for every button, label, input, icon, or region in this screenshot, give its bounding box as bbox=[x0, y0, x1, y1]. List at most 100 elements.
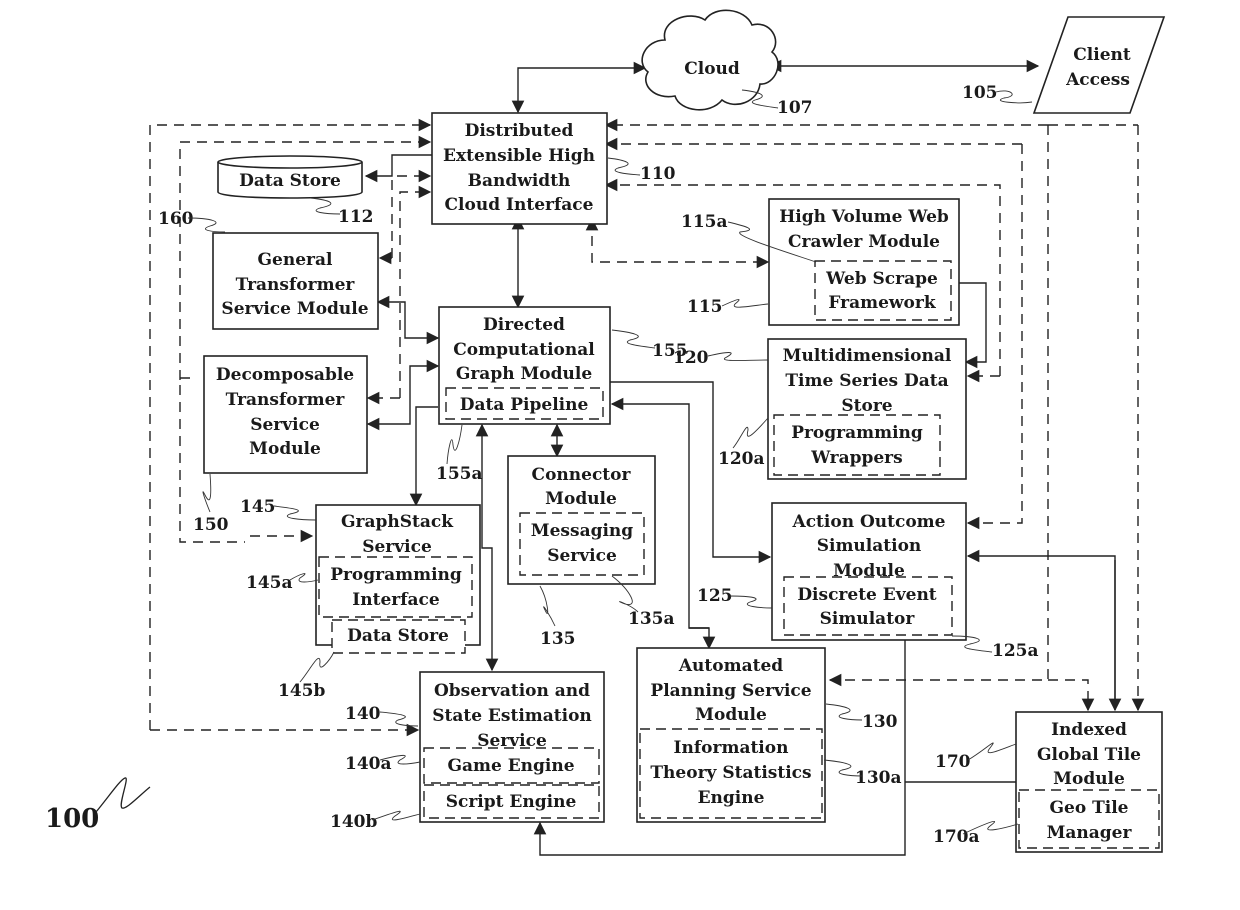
planning-node[interactable]: Automated Planning Service Module Inform… bbox=[636, 647, 826, 823]
dashed-decomp-to-interface bbox=[399, 185, 432, 398]
programming-wrappers-label-2: Wrappers bbox=[810, 448, 902, 468]
web-scrape-label-1: Web Scrape bbox=[825, 269, 938, 289]
decomposable-label-2: Transformer bbox=[226, 390, 346, 410]
web-crawler-node[interactable]: High Volume Web Crawler Module Web Scrap… bbox=[768, 198, 960, 326]
graphstack-node[interactable]: GraphStack Service Programming Interface… bbox=[315, 504, 481, 654]
cloud-interface-label-1: Distributed bbox=[465, 121, 574, 141]
ref-160: 160 bbox=[158, 209, 194, 229]
dcg-label-2: Computational bbox=[453, 340, 595, 360]
leader-120a bbox=[732, 417, 769, 449]
time-series-label-1: Multidimensional bbox=[783, 346, 952, 366]
cloud-interface-node[interactable]: Distributed Extensible High Bandwidth Cl… bbox=[431, 112, 608, 225]
ref-170: 170 bbox=[935, 752, 971, 772]
dashed-to-tile-1 bbox=[1048, 679, 1095, 712]
ref-125a: 125a bbox=[992, 641, 1039, 661]
discrete-event-label-1: Discrete Event bbox=[797, 585, 936, 605]
graphstack-label-1: GraphStack bbox=[341, 512, 454, 532]
decomposable-label-3: Service bbox=[250, 415, 320, 435]
ref-130: 130 bbox=[862, 712, 898, 732]
general-transformer-label-1: General bbox=[258, 250, 333, 270]
leader-112 bbox=[309, 197, 341, 215]
ref-135: 135 bbox=[540, 629, 576, 649]
leader-125 bbox=[729, 595, 773, 609]
ref-140: 140 bbox=[345, 704, 381, 724]
ref-150: 150 bbox=[193, 515, 229, 535]
connector-pipeline-planning bbox=[689, 627, 716, 650]
connector-label-1: Connector bbox=[532, 465, 632, 485]
dcg-module-node[interactable]: Directed Computational Graph Module Data… bbox=[438, 306, 611, 425]
action-outcome-node[interactable]: Action Outcome Simulation Module Discret… bbox=[771, 502, 967, 641]
observation-label-2: State Estimation bbox=[432, 706, 592, 726]
dashed-general-to-interface bbox=[391, 176, 430, 258]
connector-module-node[interactable]: Connector Module Messaging Service bbox=[507, 455, 656, 585]
tile-module-label-1: Indexed bbox=[1051, 720, 1127, 740]
observation-label-1: Observation and bbox=[434, 681, 590, 701]
ref-107: 107 bbox=[777, 98, 813, 118]
cloud-interface-label-2: Extensible High bbox=[443, 146, 595, 166]
leader-135 bbox=[539, 585, 556, 627]
ref-140a: 140a bbox=[345, 754, 392, 774]
info-theory-label-3: Engine bbox=[698, 788, 765, 808]
tile-module-node[interactable]: Indexed Global Tile Module Geo Tile Mana… bbox=[1015, 711, 1163, 853]
connector-dcg-graphstack bbox=[409, 406, 438, 507]
ref-120a: 120a bbox=[718, 449, 765, 469]
client-access-shape bbox=[1032, 16, 1166, 114]
leader-145a bbox=[289, 573, 319, 583]
cloud-node[interactable]: Cloud bbox=[641, 9, 779, 111]
observation-node[interactable]: Observation and State Estimation Service… bbox=[419, 671, 605, 823]
discrete-event-label-2: Simulator bbox=[820, 609, 916, 629]
leader-140 bbox=[379, 711, 419, 727]
ref-105: 105 bbox=[962, 83, 998, 103]
planning-label-3: Module bbox=[695, 705, 767, 725]
tile-module-label-2: Global Tile bbox=[1037, 745, 1141, 765]
programming-interface-label-2: Interface bbox=[352, 590, 440, 610]
decomposable-label-1: Decomposable bbox=[216, 365, 354, 385]
ref-130a: 130a bbox=[855, 768, 902, 788]
script-engine-label: Script Engine bbox=[446, 792, 577, 812]
general-transformer-node[interactable]: General Transformer Service Module bbox=[212, 232, 379, 330]
geo-tile-label-2: Manager bbox=[1047, 823, 1133, 843]
programming-interface-label-1: Programming bbox=[330, 565, 462, 585]
leader-130 bbox=[825, 703, 863, 721]
action-outcome-label-1: Action Outcome bbox=[792, 512, 946, 532]
leader-105 bbox=[995, 90, 1033, 104]
client-access-label-1: Client bbox=[1073, 45, 1131, 65]
leader-155a bbox=[446, 424, 463, 465]
planning-label-2: Planning Service bbox=[650, 681, 811, 701]
connector-dcg-observation bbox=[475, 423, 499, 672]
time-series-node[interactable]: Multidimensional Time Series Data Store … bbox=[767, 338, 967, 480]
action-outcome-label-3: Module bbox=[833, 561, 905, 581]
decomposable-transformer-node[interactable]: Decomposable Transformer Service Module bbox=[203, 355, 368, 474]
figure-leader bbox=[95, 777, 151, 813]
leader-120 bbox=[707, 352, 769, 361]
client-access-node[interactable]: Client Access bbox=[1032, 16, 1166, 114]
ref-112: 112 bbox=[338, 207, 374, 227]
leader-115 bbox=[721, 299, 769, 308]
action-outcome-label-2: Simulation bbox=[817, 536, 922, 556]
time-series-label-3: Store bbox=[841, 396, 892, 416]
dashed-right-loop-2-action bbox=[966, 144, 1023, 530]
ref-110: 110 bbox=[640, 164, 676, 184]
geo-tile-label-1: Geo Tile bbox=[1050, 798, 1129, 818]
leader-160 bbox=[187, 217, 226, 233]
data-store-node[interactable]: Data Store bbox=[217, 155, 363, 199]
ref-135a: 135a bbox=[628, 609, 675, 629]
general-transformer-label-3: Service Module bbox=[221, 299, 368, 319]
game-engine-label: Game Engine bbox=[447, 756, 574, 776]
web-crawler-label-1: High Volume Web bbox=[779, 207, 949, 227]
graphstack-label-2: Service bbox=[362, 537, 432, 557]
leader-145 bbox=[273, 505, 317, 521]
leader-155 bbox=[611, 329, 656, 349]
tile-module-label-3: Module bbox=[1053, 769, 1125, 789]
data-pipeline-label: Data Pipeline bbox=[460, 395, 589, 415]
system-architecture-diagram: Cloud Client Access Distributed Extensib… bbox=[45, 9, 1166, 856]
connector-tile-action bbox=[966, 549, 1116, 710]
ref-155a: 155a bbox=[436, 464, 483, 484]
web-crawler-label-2: Crawler Module bbox=[788, 232, 940, 252]
cloud-label: Cloud bbox=[684, 59, 740, 79]
messaging-label-2: Service bbox=[547, 546, 617, 566]
client-access-label-2: Access bbox=[1065, 70, 1130, 90]
cloud-interface-label-3: Bandwidth bbox=[468, 171, 571, 191]
ref-115a: 115a bbox=[681, 212, 728, 232]
connector-interface-datastore bbox=[364, 154, 432, 183]
